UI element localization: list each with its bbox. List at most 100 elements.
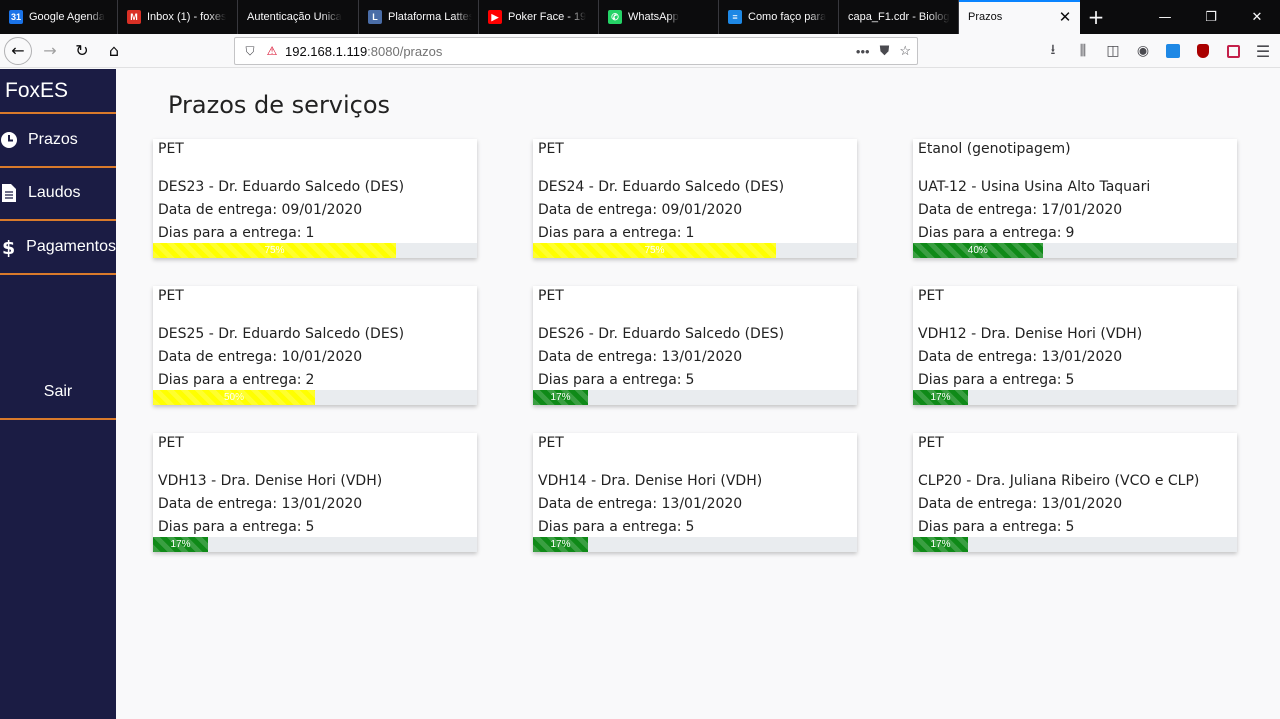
deadline-card[interactable]: PET DES26 - Dr. Eduardo Salcedo (DES) Data… (533, 286, 857, 405)
tab-title: Poker Face - 19 (508, 11, 587, 23)
browser-tab-strip: 31 Google Agenda M Inbox (1) - foxes Autenti… (0, 0, 1280, 34)
close-tab-icon[interactable]: ✕ (1056, 8, 1074, 26)
sidebar-icon[interactable]: ◫ (1104, 42, 1122, 60)
days-label: Dias para a entrega: (918, 519, 1062, 535)
deadline-card[interactable]: PET DES23 - Dr. Eduardo Salcedo (DES) Data… (153, 139, 477, 258)
browser-tab[interactable]: L Plataforma Lattes (359, 0, 479, 34)
tab-title: Plataforma Lattes (388, 11, 472, 23)
tab-title: Prazos (968, 11, 1003, 23)
url-bar[interactable]: ⛉ ⚠ 192.168.1.119:8080/prazos ••• ⛊ ☆ (234, 37, 918, 65)
card-service-type: PET (918, 435, 944, 451)
forward-arrow-icon[interactable]: → (36, 37, 64, 65)
brand-logo[interactable]: FoxES (0, 69, 116, 114)
sidebar-item-prazos[interactable]: Prazos (0, 114, 116, 168)
tab-title: Como faço para (748, 11, 827, 23)
restore-icon[interactable]: ❐ (1188, 0, 1234, 34)
days-label: Dias para a entrega: (918, 225, 1062, 241)
progress-bar: 75% (533, 243, 776, 258)
pocket-extension-icon[interactable] (1224, 42, 1242, 60)
days-value: 5 (1065, 519, 1075, 535)
library-icon[interactable]: ⫼ (1074, 42, 1092, 60)
sidebar-nav: Prazos Laudos $ Pagamentos (0, 114, 116, 275)
clock-icon (0, 131, 20, 149)
card-service-name: UAT-12 - Usina Usina Alto Taquari (918, 179, 1151, 195)
menu-icon[interactable]: ☰ (1254, 42, 1272, 61)
card-service-type: Etanol (genotipagem) (918, 141, 1071, 157)
close-window-icon[interactable]: ✕ (1234, 0, 1280, 34)
card-service-type: PET (538, 288, 564, 304)
toolbar-icons: ⭳ ⫼ ◫ ◉ ☰ (1044, 34, 1272, 68)
pocket-icon[interactable]: ⛊ (880, 43, 890, 59)
logout-button[interactable]: Sair (0, 367, 116, 420)
card-days-remaining: Dias para a entrega: 1 (538, 225, 694, 241)
card-days-remaining: Dias para a entrega: 9 (918, 225, 1074, 241)
reload-icon[interactable]: ↻ (68, 37, 96, 65)
card-service-name: DES23 - Dr. Eduardo Salcedo (DES) (158, 179, 405, 195)
screenshot-extension-icon[interactable] (1164, 42, 1182, 60)
svg-text:$: $ (2, 237, 15, 257)
sidebar-item-label: Laudos (28, 184, 81, 202)
days-value: 5 (1065, 372, 1075, 388)
card-delivery-date: Data de entrega: 09/01/2020 (158, 202, 362, 218)
card-delivery-date: Data de entrega: 13/01/2020 (918, 496, 1122, 512)
deadline-card[interactable]: PET VDH12 - Dra. Denise Hori (VDH) Data de… (913, 286, 1237, 405)
days-label: Dias para a entrega: (538, 519, 682, 535)
deadline-card[interactable]: PET DES25 - Dr. Eduardo Salcedo (DES) Data… (153, 286, 477, 405)
browser-tab[interactable]: capa_F1.cdr - Biolog (839, 0, 959, 34)
deadline-card[interactable]: PET VDH14 - Dra. Denise Hori (VDH) Data de… (533, 433, 857, 552)
window-controls: — ❐ ✕ (1142, 0, 1280, 34)
browser-tab[interactable]: ▶ Poker Face - 19 (479, 0, 599, 34)
deadline-card[interactable]: PET VDH13 - Dra. Denise Hori (VDH) Data de… (153, 433, 477, 552)
progress-bar: 17% (533, 537, 589, 552)
minimize-icon[interactable]: — (1142, 0, 1188, 34)
days-value: 9 (1065, 225, 1075, 241)
card-service-type: PET (918, 288, 944, 304)
insecure-lock-icon[interactable]: ⚠ (263, 44, 281, 58)
date-label: Data de entrega: (538, 202, 658, 218)
back-button[interactable]: ← (4, 36, 32, 65)
browser-tab[interactable]: M Inbox (1) - foxes (118, 0, 238, 34)
deadline-card-grid: PET DES23 - Dr. Eduardo Salcedo (DES) Data… (153, 139, 1237, 552)
days-value: 5 (305, 519, 315, 535)
sidebar-item-pagamentos[interactable]: $ Pagamentos (0, 221, 116, 275)
tab-active[interactable]: Prazos ✕ (959, 0, 1080, 34)
account-icon[interactable]: ◉ (1134, 42, 1152, 60)
main-content: Prazos de serviços PET DES23 - Dr. Eduard… (116, 69, 1280, 719)
date-label: Data de entrega: (538, 496, 658, 512)
date-label: Data de entrega: (538, 349, 658, 365)
card-days-remaining: Dias para a entrega: 5 (158, 519, 314, 535)
browser-tab[interactable]: ≡ Como faço para (719, 0, 839, 34)
days-value: 1 (305, 225, 315, 241)
card-days-remaining: Dias para a entrega: 2 (158, 372, 314, 388)
card-delivery-date: Data de entrega: 13/01/2020 (538, 496, 742, 512)
date-label: Data de entrega: (158, 349, 278, 365)
card-days-remaining: Dias para a entrega: 5 (918, 372, 1074, 388)
progress-track: 17% (913, 390, 1237, 405)
deadline-card[interactable]: PET DES24 - Dr. Eduardo Salcedo (DES) Data… (533, 139, 857, 258)
url-host: 192.168.1.119 (285, 43, 368, 59)
tab-title: Autenticação Unica (247, 11, 342, 23)
card-service-type: PET (158, 288, 184, 304)
ublock-icon[interactable] (1194, 42, 1212, 60)
date-label: Data de entrega: (918, 496, 1038, 512)
date-label: Data de entrega: (158, 496, 278, 512)
shield-icon[interactable]: ⛉ (241, 44, 259, 59)
page-actions-icon[interactable]: ••• (856, 44, 870, 59)
download-icon[interactable]: ⭳ (1044, 42, 1062, 60)
browser-tab[interactable]: ✆ WhatsApp (599, 0, 719, 34)
deadline-card[interactable]: PET CLP20 - Dra. Juliana Ribeiro (VCO e C… (913, 433, 1237, 552)
browser-tab[interactable]: 31 Google Agenda (0, 0, 118, 34)
bookmark-star-icon[interactable]: ☆ (899, 43, 911, 59)
date-value: 09/01/2020 (281, 202, 363, 218)
days-label: Dias para a entrega: (158, 372, 302, 388)
deadline-card[interactable]: Etanol (genotipagem) UAT-12 - Usina Usina… (913, 139, 1237, 258)
tab-title: Inbox (1) - foxes (147, 11, 227, 23)
home-icon[interactable]: ⌂ (100, 37, 128, 65)
sidebar-item-laudos[interactable]: Laudos (0, 168, 116, 221)
progress-track: 17% (533, 390, 857, 405)
document-icon (0, 184, 20, 203)
days-value: 5 (685, 519, 695, 535)
browser-tab[interactable]: Autenticação Unica (238, 0, 359, 34)
card-service-name: VDH12 - Dra. Denise Hori (VDH) (918, 326, 1143, 342)
new-tab-button[interactable]: + (1080, 0, 1112, 34)
